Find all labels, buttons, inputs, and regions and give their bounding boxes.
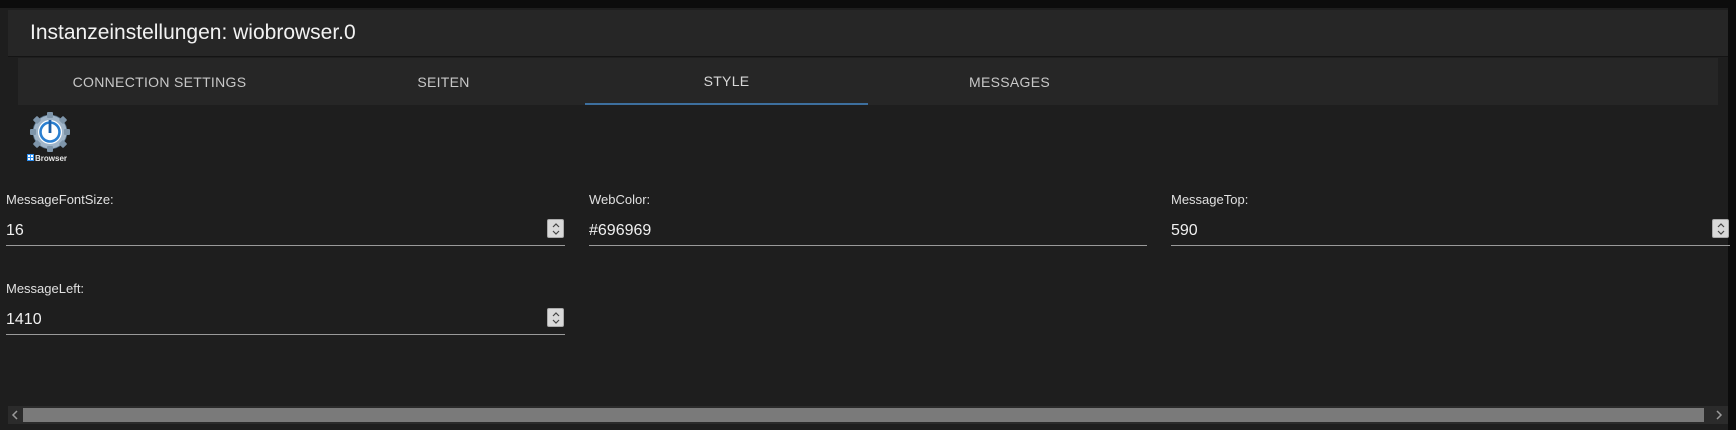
- message-font-size-stepper[interactable]: [547, 219, 564, 238]
- page-title: Instanzeinstellungen: wiobrowser.0: [30, 21, 356, 44]
- settings-dialog: Instanzeinstellungen: wiobrowser.0 CONNE…: [0, 0, 1736, 430]
- logo-caption: Browser: [35, 154, 67, 163]
- message-top-stepper[interactable]: [1712, 219, 1729, 238]
- stepper-arrows-icon: [552, 223, 560, 235]
- window-top-edge: [0, 0, 1736, 8]
- scrollbar-thumb[interactable]: [23, 408, 1704, 422]
- horizontal-scrollbar[interactable]: [8, 406, 1728, 424]
- message-top-label: MessageTop:: [1171, 192, 1249, 207]
- dialog-header: Instanzeinstellungen: wiobrowser.0: [8, 10, 1728, 57]
- field-web-color: WebColor:: [589, 192, 1147, 252]
- message-left-input[interactable]: [6, 305, 565, 335]
- scroll-right-icon[interactable]: [1714, 409, 1724, 421]
- stepper-arrows-icon: [552, 312, 560, 324]
- message-font-size-input[interactable]: [6, 216, 565, 246]
- tab-style[interactable]: STYLE: [585, 58, 868, 105]
- message-left-stepper[interactable]: [547, 308, 564, 327]
- field-message-left: MessageLeft:: [6, 281, 565, 341]
- scroll-left-icon[interactable]: [10, 409, 20, 421]
- field-message-top: MessageTop:: [1171, 192, 1730, 252]
- message-top-input[interactable]: [1171, 216, 1730, 246]
- field-message-font-size: MessageFontSize:: [6, 192, 565, 252]
- tab-seiten[interactable]: SEITEN: [302, 58, 585, 105]
- web-color-input[interactable]: [589, 216, 1147, 246]
- gear-power-icon: Browser: [27, 112, 70, 163]
- message-font-size-label: MessageFontSize:: [6, 192, 114, 207]
- web-color-label: WebColor:: [589, 192, 651, 207]
- stepper-arrows-icon: [1717, 223, 1725, 235]
- adapter-logo: Browser: [24, 110, 76, 164]
- tab-connection-settings[interactable]: CONNECTION SETTINGS: [18, 58, 301, 105]
- tab-bar: CONNECTION SETTINGS SEITEN STYLE MESSAGE…: [18, 58, 1718, 105]
- tab-messages[interactable]: MESSAGES: [868, 58, 1151, 105]
- message-left-label: MessageLeft:: [6, 281, 85, 296]
